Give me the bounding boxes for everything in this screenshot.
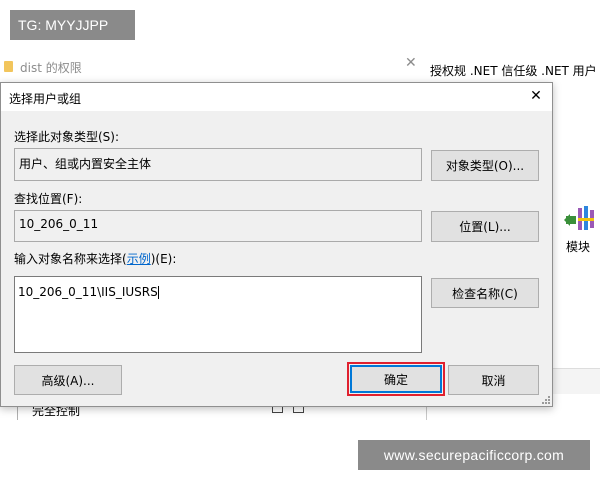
object-names-value: 10_206_0_11\IIS_IUSRS [18,285,158,299]
object-names-label-prefix: 输入对象名称来选择( [14,252,127,266]
resize-grip-icon[interactable] [540,394,550,404]
iis-feature-header: 授权规 .NET 信任级 .NET 用户 [430,64,597,78]
advanced-button[interactable]: 高级(A)... [14,365,122,395]
object-names-label-suffix: )(E): [150,252,177,266]
object-names-input[interactable]: 10_206_0_11\IIS_IUSRS [14,276,422,353]
location-label: 查找位置(F): [14,192,83,206]
permissions-window-title: dist 的权限 [20,61,82,75]
dialog-titlebar [1,83,552,111]
modules-label: 模块 [566,240,591,254]
text-cursor [157,286,159,299]
object-type-field: 用户、组或内置安全主体 [14,148,422,181]
watermark-bottom: www.securepacificcorp.com [358,440,590,470]
check-names-button[interactable]: 检查名称(C) [431,278,539,308]
location-field: 10_206_0_11 [14,210,422,242]
examples-link[interactable]: 示例 [127,252,151,266]
cancel-button[interactable]: 取消 [448,365,539,395]
dialog-close-icon[interactable]: ✕ [528,88,544,104]
object-type-label: 选择此对象类型(S): [14,130,120,144]
object-types-button[interactable]: 对象类型(O)... [431,150,539,181]
ok-button[interactable]: 确定 [350,365,442,393]
dialog-title: 选择用户或组 [9,92,82,106]
modules-icon[interactable] [564,204,598,234]
permissions-window-close-icon[interactable]: ✕ [405,56,419,70]
watermark-top: TG: MYYJJPP [10,10,135,40]
locations-button[interactable]: 位置(L)... [431,211,539,242]
actions-strip [552,368,600,394]
object-names-label: 输入对象名称来选择(示例)(E): [14,250,176,267]
folder-icon [4,61,13,72]
